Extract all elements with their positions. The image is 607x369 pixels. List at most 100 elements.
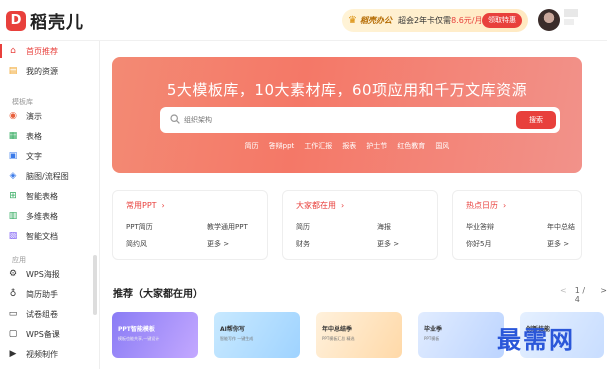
recommend-tile[interactable]: 年中总结季 PPT模板汇总 精选 [316, 312, 402, 358]
sidebar-item-label: 智能文档 [26, 231, 58, 241]
sidebar-item-smart-doc[interactable]: ▧ 智能文档 [8, 228, 58, 244]
card-link[interactable]: 简历 [296, 222, 310, 232]
recommend-tile[interactable]: 毕业季 PPT模板 [418, 312, 504, 358]
sidebar-item-label: 简历助手 [26, 289, 58, 299]
card-title[interactable]: 热点日历 › [466, 200, 506, 211]
card-title-text: 热点日历 [466, 201, 498, 210]
banner-title: 5大模板库，10大素材库，60项应用和千万文库资源 [166, 81, 528, 99]
card-more-link[interactable]: 更多 > [547, 239, 569, 249]
sidebar-item-home[interactable]: ⌂ 首页推荐 [8, 43, 58, 59]
promo-banner[interactable]: ♛ 稻壳办公 超会2年卡仅需 8.6元/月 领取特惠 [342, 9, 528, 32]
active-indicator [0, 44, 2, 58]
promo-text: 超会2年卡仅需 [397, 16, 452, 25]
sidebar-item-exam[interactable]: ▭ 试卷组卷 [8, 306, 58, 322]
avatar[interactable] [538, 9, 560, 31]
chevron-right-icon: › [161, 201, 165, 210]
tile-sub: 智能写作 一键生成 [220, 336, 254, 341]
sidebar-item-label: 脑图/流程图 [26, 171, 69, 181]
recommend-title: 推荐（大家都在用） [113, 289, 203, 300]
smart-doc-icon: ▧ [8, 231, 18, 241]
sidebar-item-presentation[interactable]: ◉ 演示 [8, 108, 42, 124]
card-link[interactable]: PPT简历 [126, 222, 153, 232]
sidebar-item-mindmap[interactable]: ◈ 脑图/流程图 [8, 168, 69, 184]
hot-tag[interactable]: 国风 [435, 141, 449, 151]
app-window: D 稻壳儿 ♛ 稻壳办公 超会2年卡仅需 8.6元/月 领取特惠 ⌂ 首页推荐 … [0, 0, 607, 369]
section-title-templates: 模板库 [12, 98, 33, 106]
chevron-right-icon: › [341, 201, 345, 210]
sidebar-item-smart-table[interactable]: ⊞ 智能表格 [8, 188, 58, 204]
username-blurred [564, 9, 578, 17]
promo-claim-button[interactable]: 领取特惠 [482, 13, 522, 28]
card-link[interactable]: 海报 [377, 222, 391, 232]
search-input[interactable] [184, 107, 484, 133]
card-title[interactable]: 大家都在用 › [296, 200, 344, 211]
sidebar-item-label: 首页推荐 [26, 46, 58, 56]
card-link[interactable]: 年中总结 [547, 222, 575, 232]
sidebar-item-label: 文字 [26, 151, 42, 161]
sidebar-item-poster[interactable]: ⚙ WPS海报 [8, 266, 60, 282]
search-icon [170, 114, 180, 124]
card-hot-calendar: 热点日历 › 毕业答辩 年中总结 你好5月 更多 > [452, 190, 582, 260]
hot-tag[interactable]: 报表 [342, 141, 356, 151]
card-title[interactable]: 常用PPT › [126, 200, 165, 211]
sidebar-item-multi-table[interactable]: ▥ 多维表格 [8, 208, 58, 224]
hot-tag[interactable]: 答辩ppt [269, 141, 295, 151]
tile-label: 年中总结季 [322, 326, 353, 333]
card-link[interactable]: 财务 [296, 239, 310, 249]
sidebar-scrollbar[interactable] [93, 255, 97, 315]
card-more-link[interactable]: 更多 > [207, 239, 229, 249]
tile-label: PPT智能模板 [118, 326, 155, 333]
next-page-button[interactable]: > [600, 286, 607, 304]
recommend-tile[interactable]: AI帮你写 智能写作 一键生成 [214, 312, 300, 358]
pager: < 1 / 4 > [560, 286, 607, 304]
lesson-icon: ▢ [8, 329, 18, 339]
multi-table-icon: ▥ [8, 211, 18, 221]
hot-tag[interactable]: 简历 [245, 141, 259, 151]
smart-table-icon: ⊞ [9, 191, 17, 201]
video-icon: ▶ [9, 349, 17, 359]
card-title-text: 常用PPT [126, 201, 157, 210]
crown-icon: ♛ [348, 15, 357, 26]
user-info-blurred [564, 19, 574, 25]
hot-tag[interactable]: 红色教育 [397, 141, 425, 151]
tile-label: AI帮你写 [220, 326, 245, 333]
prev-page-button[interactable]: < [560, 286, 567, 304]
promo-price: 8.6元/月 [451, 16, 483, 25]
card-link[interactable]: 简约风 [126, 239, 147, 249]
recommend-tile[interactable]: PPT智能模板 模板也能共享,一键设计 [112, 312, 198, 358]
sidebar-item-label: 视频制作 [26, 349, 58, 359]
watermark: 最需网 [497, 325, 575, 354]
search-button[interactable]: 搜索 [516, 111, 556, 129]
card-link[interactable]: 毕业答辩 [466, 222, 494, 232]
tile-sub: 模板也能共享,一键设计 [118, 336, 160, 341]
document-icon: ▣ [8, 151, 18, 161]
logo-mark-icon: D [6, 10, 26, 31]
sidebar-item-label: 演示 [26, 111, 42, 121]
card-title-text: 大家都在用 [296, 201, 336, 210]
sidebar-item-spreadsheet[interactable]: ▦ 表格 [8, 128, 42, 144]
sidebar-item-lesson[interactable]: ▢ WPS备课 [8, 326, 60, 342]
chevron-right-icon: › [503, 201, 507, 210]
hot-tags: 简历 答辩ppt 工作汇报 报表 护士节 红色教育 国风 [112, 141, 582, 151]
presentation-icon: ◉ [9, 111, 17, 121]
page-indicator: 1 / 4 [574, 286, 586, 304]
hot-tag[interactable]: 护士节 [366, 141, 387, 151]
card-more-link[interactable]: 更多 > [377, 239, 399, 249]
hot-tag[interactable]: 工作汇报 [304, 141, 332, 151]
sidebar-item-my-resources[interactable]: ▤ 我的资源 [8, 63, 58, 79]
spreadsheet-icon: ▦ [8, 131, 18, 141]
sidebar-item-label: 试卷组卷 [26, 309, 58, 319]
sidebar-item-label: WPS海报 [26, 269, 60, 279]
sidebar-item-video[interactable]: ▶ 视频制作 [8, 346, 58, 362]
sidebar-item-resume[interactable]: ♁ 简历助手 [8, 286, 58, 302]
top-bar: D 稻壳儿 ♛ 稻壳办公 超会2年卡仅需 8.6元/月 领取特惠 [0, 0, 607, 40]
card-link[interactable]: 你好5月 [466, 239, 491, 249]
hero-banner: 5大模板库，10大素材库，60项应用和千万文库资源 搜索 简历 答辩ppt 工作… [112, 57, 582, 173]
mindmap-icon: ◈ [9, 171, 17, 181]
sidebar-item-label: 表格 [26, 131, 42, 141]
card-link[interactable]: 教学通用PPT [207, 222, 248, 232]
card-popular: 大家都在用 › 简历 海报 财务 更多 > [282, 190, 438, 260]
app-logo[interactable]: D 稻壳儿 [6, 8, 84, 33]
folder-icon: ▤ [8, 66, 18, 76]
sidebar-item-document[interactable]: ▣ 文字 [8, 148, 42, 164]
